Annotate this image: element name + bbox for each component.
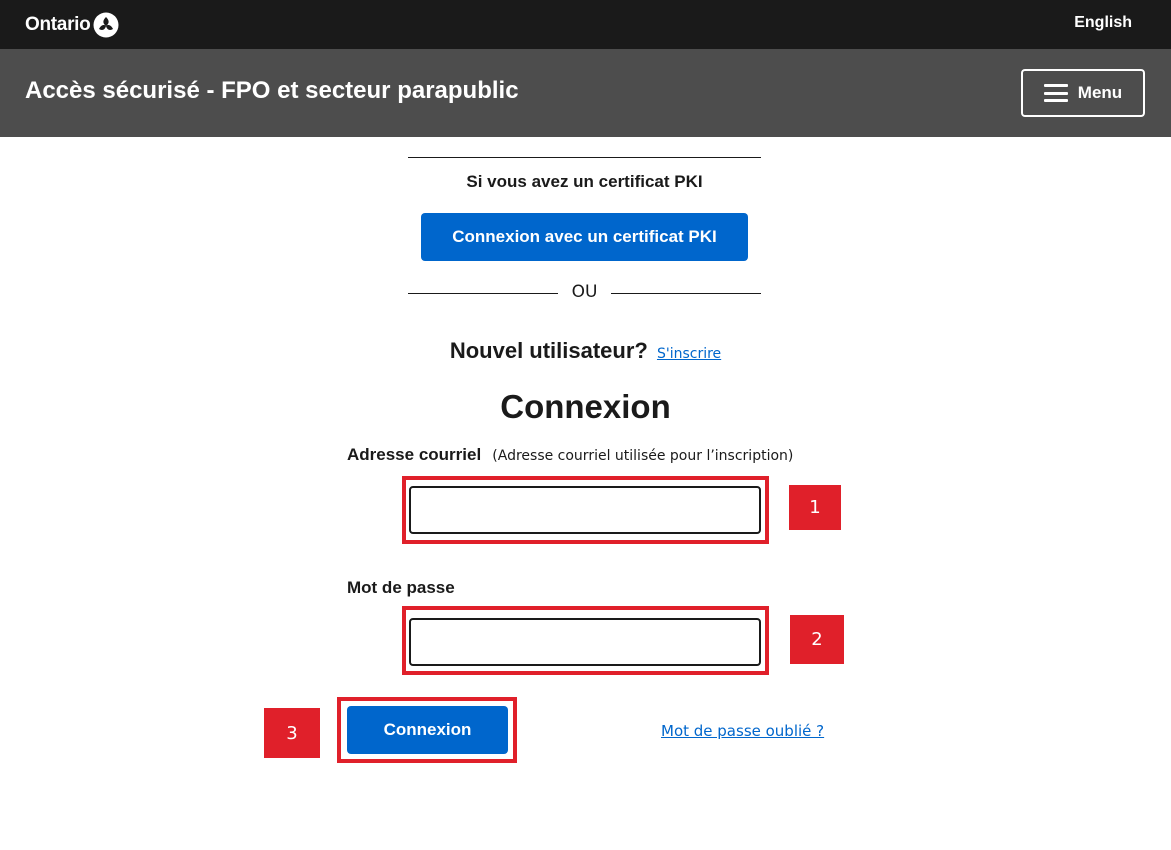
password-label: Mot de passe <box>347 578 455 597</box>
ontario-top-bar: Ontario English <box>0 0 1171 49</box>
menu-button-label: Menu <box>1077 83 1123 102</box>
trillium-icon <box>93 12 119 38</box>
password-input[interactable] <box>409 618 761 666</box>
ontario-logo-text: Ontario <box>25 14 91 35</box>
top-divider <box>408 157 761 158</box>
new-user-label: Nouvel utilisateur? <box>449 338 648 363</box>
or-divider-line-right <box>611 293 761 294</box>
signin-heading: Connexion <box>500 388 671 425</box>
application-title: Accès sécurisé - FPO et secteur parapubl… <box>25 77 519 104</box>
signin-button[interactable]: Connexion <box>347 706 508 754</box>
hamburger-icon <box>1043 84 1068 102</box>
or-divider-text: OU <box>571 282 598 302</box>
language-toggle-link[interactable]: English <box>1074 14 1132 32</box>
register-link[interactable]: S'inscrire <box>657 346 721 362</box>
forgot-password-link[interactable]: Mot de passe oublié ? <box>661 722 824 740</box>
email-hint: (Adresse courriel utilisée pour l’inscri… <box>492 448 794 464</box>
or-divider: OU <box>408 282 761 304</box>
email-label-row: Adresse courriel (Adresse courriel utili… <box>347 445 793 465</box>
pki-signin-button[interactable]: Connexion avec un certificat PKI <box>421 213 748 261</box>
menu-button[interactable]: Menu <box>1021 69 1145 117</box>
email-input[interactable] <box>409 486 761 534</box>
new-user-row: Nouvel utilisateur? S'inscrire <box>0 338 1171 364</box>
annotation-badge-2: 2 <box>790 615 844 664</box>
annotation-badge-3: 3 <box>264 708 320 758</box>
ontario-logo[interactable]: Ontario <box>25 11 119 39</box>
email-label: Adresse courriel <box>347 445 482 464</box>
application-header: Accès sécurisé - FPO et secteur parapubl… <box>0 49 1171 137</box>
pki-heading: Si vous avez un certificat PKI <box>466 172 703 191</box>
annotation-badge-1: 1 <box>789 485 841 530</box>
